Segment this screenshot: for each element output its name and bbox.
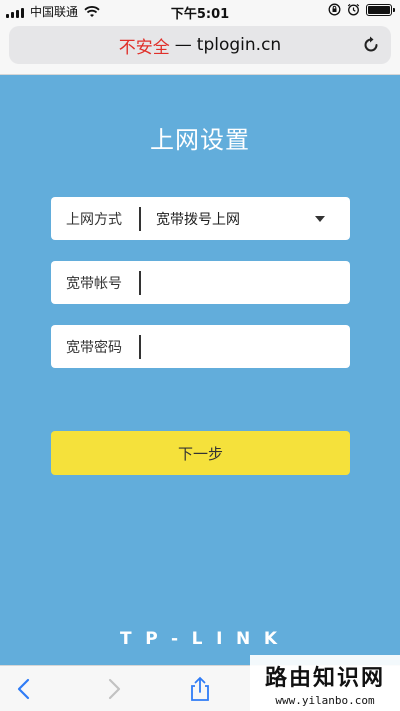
status-bar: 中国联通 下午5:01	[0, 0, 400, 22]
orientation-lock-icon	[328, 3, 341, 16]
connection-type-select[interactable]: 上网方式 宽带拨号上网	[51, 197, 350, 240]
connection-type-label: 上网方式	[66, 211, 122, 228]
insecure-label: 不安全	[118, 37, 170, 58]
back-arrow-icon[interactable]	[12, 676, 38, 702]
url-domain: tplogin.cn	[196, 35, 282, 55]
password-label: 宽带密码	[66, 339, 122, 356]
share-icon[interactable]	[187, 676, 213, 702]
battery-icon	[366, 3, 395, 16]
connection-type-value: 宽带拨号上网	[156, 211, 240, 228]
account-label: 宽带帐号	[66, 275, 122, 292]
page-title: 上网设置	[150, 126, 250, 154]
account-field: 宽带帐号	[51, 261, 350, 304]
dropdown-caret-icon	[315, 215, 325, 222]
forward-arrow-icon[interactable]	[100, 676, 126, 702]
svg-text:TP-LINK: TP-LINK	[120, 629, 278, 648]
browser-address-area: 不安全 — tplogin.cn	[0, 22, 400, 75]
address-bar[interactable]: 不安全 — tplogin.cn	[9, 26, 391, 64]
account-input[interactable]	[141, 261, 350, 304]
screen: 中国联通 下午5:01 不安全 — tplogin.cn 上网设置 上网方式 宽…	[0, 0, 400, 711]
watermark: 路由知识网 www.yilanbo.com	[250, 655, 400, 711]
watermark-url: www.yilanbo.com	[275, 693, 375, 707]
tp-link-logo: TP-LINK	[120, 629, 278, 648]
next-button[interactable]: 下一步	[51, 431, 350, 475]
password-input[interactable]	[141, 325, 350, 368]
watermark-title: 路由知识网	[264, 664, 385, 691]
alarm-icon	[347, 3, 360, 16]
status-right	[328, 3, 395, 16]
reload-icon[interactable]	[361, 35, 381, 55]
url-separator: —	[174, 35, 192, 55]
password-field: 宽带密码	[51, 325, 350, 368]
